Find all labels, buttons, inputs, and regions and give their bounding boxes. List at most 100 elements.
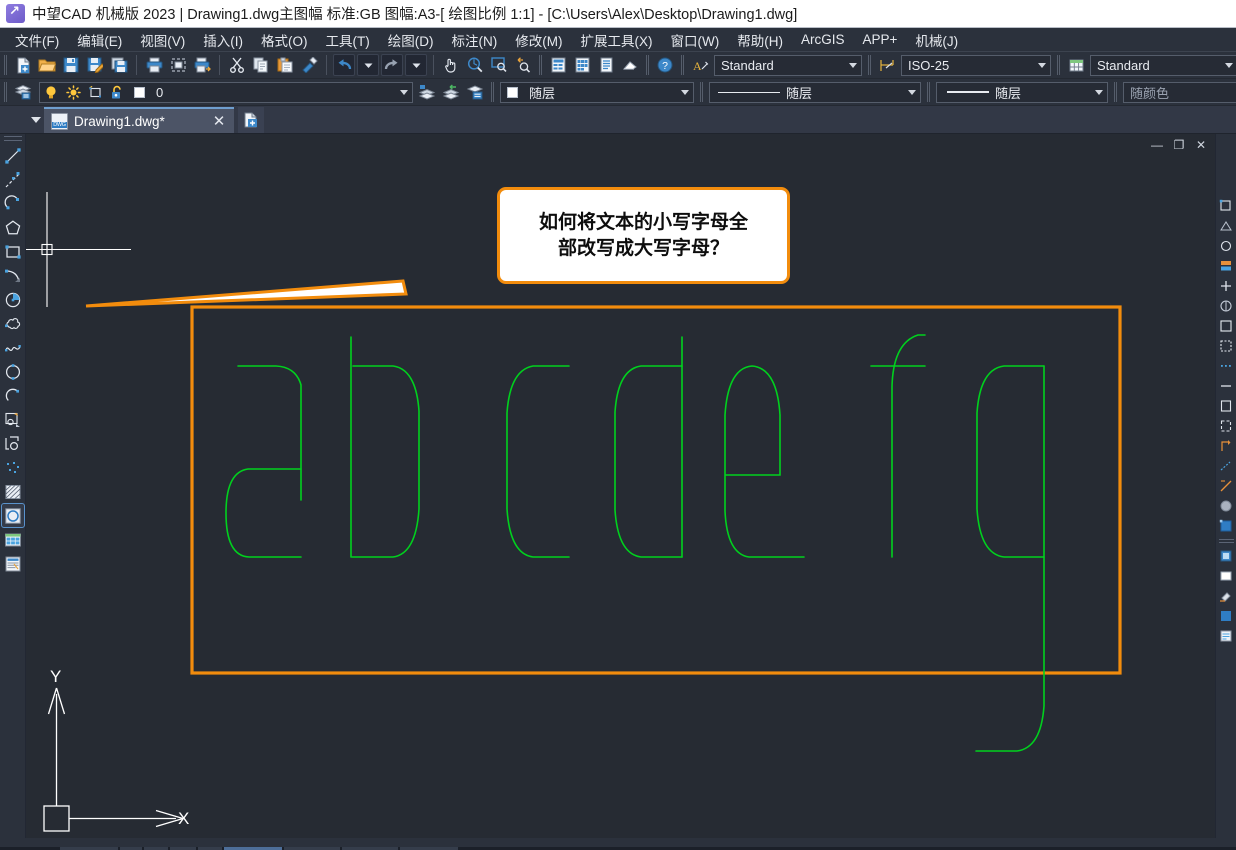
table-style-combo[interactable]: Standard xyxy=(1090,54,1236,76)
make-block-icon[interactable] xyxy=(2,432,24,455)
match-properties-icon[interactable] xyxy=(298,54,320,76)
mirror-icon[interactable] xyxy=(1218,236,1235,255)
table-icon[interactable] xyxy=(2,528,24,551)
chevron-down-icon[interactable] xyxy=(1034,56,1050,75)
ellipse-arc-icon[interactable] xyxy=(2,384,24,407)
paste-icon[interactable] xyxy=(274,54,296,76)
ellipse-icon[interactable] xyxy=(2,360,24,383)
fillet-icon[interactable] xyxy=(1218,496,1235,515)
redo-dropdown-icon[interactable] xyxy=(405,54,427,76)
plot-icon[interactable] xyxy=(191,54,213,76)
text-style-combo[interactable]: Standard xyxy=(714,54,862,76)
redo-icon[interactable] xyxy=(381,54,403,76)
menu-help[interactable]: 帮助(H) xyxy=(728,28,792,52)
menu-tools[interactable]: 工具(T) xyxy=(317,28,379,52)
rotate-icon[interactable] xyxy=(1218,316,1235,335)
move-icon[interactable] xyxy=(1218,296,1235,315)
menu-file[interactable]: 文件(F) xyxy=(6,28,68,52)
layer-properties-manager-icon[interactable] xyxy=(12,81,34,103)
menu-arcgis[interactable]: ArcGIS xyxy=(792,30,854,49)
point-icon[interactable] xyxy=(2,456,24,479)
explode-icon[interactable] xyxy=(1218,516,1235,535)
layer-control-combo[interactable]: 0 xyxy=(39,81,413,103)
new-file-icon[interactable] xyxy=(12,54,34,76)
text-style-icon[interactable]: A xyxy=(688,55,712,76)
close-icon[interactable]: ✕ xyxy=(1191,136,1211,154)
sun-freeze-icon[interactable] xyxy=(62,84,84,100)
drawing-canvas[interactable]: — ❐ ✕ Y X 如何将文本的小写字母全 部改写成大写字母？ xyxy=(26,134,1215,838)
print-icon[interactable] xyxy=(143,54,165,76)
save-icon[interactable] xyxy=(60,54,82,76)
break-icon[interactable] xyxy=(1218,436,1235,455)
insert-block-icon[interactable] xyxy=(2,408,24,431)
help-icon[interactable]: ? xyxy=(654,54,676,76)
chevron-down-icon[interactable] xyxy=(904,83,920,102)
xref-icon[interactable] xyxy=(1218,606,1235,625)
hatch-icon[interactable] xyxy=(2,480,24,503)
undo-icon[interactable] xyxy=(333,54,355,76)
tool-palette-icon[interactable] xyxy=(595,54,617,76)
chevron-down-icon[interactable] xyxy=(396,83,412,102)
wipeout-icon[interactable] xyxy=(1218,586,1235,605)
design-center-icon[interactable] xyxy=(571,54,593,76)
chevron-down-icon[interactable] xyxy=(1221,56,1236,75)
menu-format[interactable]: 格式(O) xyxy=(252,28,317,52)
menu-modify[interactable]: 修改(M) xyxy=(506,28,571,52)
minimize-icon[interactable]: — xyxy=(1147,136,1167,154)
render-icon[interactable] xyxy=(619,54,641,76)
layer-previous-icon[interactable] xyxy=(440,81,462,103)
menu-insert[interactable]: 插入(I) xyxy=(194,28,252,52)
chamfer-icon[interactable] xyxy=(1218,476,1235,495)
properties-panel-icon[interactable] xyxy=(1218,626,1235,645)
menu-appplus[interactable]: APP+ xyxy=(854,30,907,49)
dimension-style-icon[interactable] xyxy=(875,55,899,76)
chevron-down-icon[interactable] xyxy=(677,83,693,102)
document-tab-drawing1[interactable]: Drawing1.dwg* ✕ xyxy=(44,107,234,133)
region-icon[interactable] xyxy=(0,503,25,528)
rectangle-icon[interactable] xyxy=(2,240,24,263)
chevron-down-icon[interactable] xyxy=(1091,83,1107,102)
revcloud-icon[interactable] xyxy=(2,312,24,335)
copy-icon[interactable] xyxy=(250,54,272,76)
erase-icon[interactable] xyxy=(1218,196,1235,215)
tab-list-dropdown-icon[interactable] xyxy=(28,107,44,133)
scale-icon[interactable] xyxy=(1218,336,1235,355)
menu-dimension[interactable]: 标注(N) xyxy=(443,28,507,52)
save-as-icon[interactable] xyxy=(84,54,106,76)
plotstyle-control-combo[interactable]: 随颜色 xyxy=(1123,81,1236,103)
array-icon[interactable] xyxy=(1218,276,1235,295)
close-icon[interactable]: ✕ xyxy=(210,112,228,130)
toolbar-grip[interactable] xyxy=(4,55,7,75)
color-control-combo[interactable]: 随层 xyxy=(500,81,694,103)
toolbar-grip[interactable] xyxy=(4,82,7,102)
lineweight-control-combo[interactable]: 随层 xyxy=(936,81,1108,103)
menu-edit[interactable]: 编辑(E) xyxy=(68,28,131,52)
menu-express[interactable]: 扩展工具(X) xyxy=(572,28,662,52)
layer-tool-icon[interactable] xyxy=(1218,566,1235,585)
lightbulb-on-icon[interactable] xyxy=(40,85,62,100)
new-drawing-tab-icon[interactable] xyxy=(238,107,264,133)
menu-view[interactable]: 视图(V) xyxy=(131,28,194,52)
table-style-icon[interactable] xyxy=(1064,55,1088,76)
arc-icon[interactable] xyxy=(2,192,24,215)
fillet-arc-icon[interactable] xyxy=(2,264,24,287)
construction-line-icon[interactable] xyxy=(2,168,24,191)
menu-draw[interactable]: 绘图(D) xyxy=(379,28,443,52)
unlock-icon[interactable] xyxy=(106,85,128,100)
extend-icon[interactable] xyxy=(1218,396,1235,415)
offset-icon[interactable] xyxy=(1218,256,1235,275)
zoom-window-icon[interactable] xyxy=(488,54,510,76)
join-icon[interactable] xyxy=(1218,456,1235,475)
viewport-freeze-icon[interactable] xyxy=(84,85,106,100)
edit-block-icon[interactable] xyxy=(1218,546,1235,565)
chevron-down-icon[interactable] xyxy=(845,56,861,75)
copy-object-icon[interactable] xyxy=(1218,216,1235,235)
stretch-icon[interactable] xyxy=(1218,356,1235,375)
break-at-point-icon[interactable] xyxy=(1218,416,1235,435)
linetype-control-combo[interactable]: 随层 xyxy=(709,81,921,103)
polygon-icon[interactable] xyxy=(2,216,24,239)
mtext-icon[interactable] xyxy=(2,552,24,575)
properties-icon[interactable] xyxy=(547,54,569,76)
menu-window[interactable]: 窗口(W) xyxy=(662,28,729,52)
zoom-realtime-icon[interactable] xyxy=(464,54,486,76)
